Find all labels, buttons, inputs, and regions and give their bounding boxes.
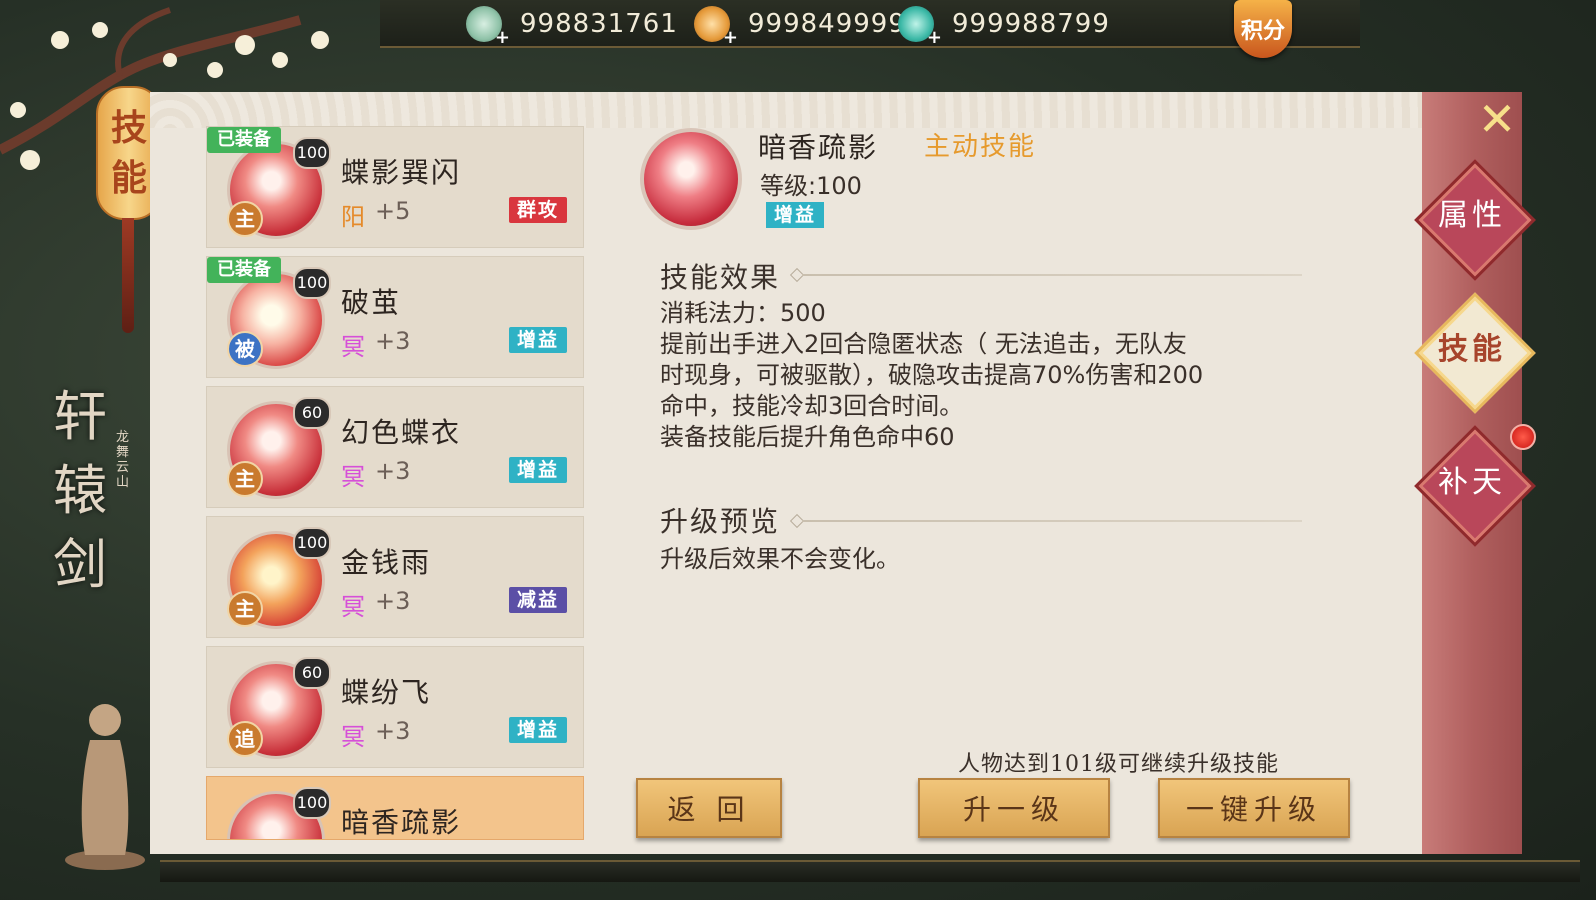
skill-name: 金钱雨 — [341, 546, 432, 579]
add-icon: + — [722, 27, 738, 48]
detail-skill-level: 等级:100 — [760, 172, 862, 200]
skill-bonus: +5 — [375, 197, 411, 225]
skill-element: 阳 — [341, 203, 365, 231]
skill-element: 冥 — [341, 723, 365, 751]
add-icon: + — [494, 27, 510, 48]
preview-text: 升级后效果不会变化。 — [660, 545, 900, 573]
detail-skill-name: 暗香疏影 — [758, 131, 879, 164]
effect-line: 提前出手进入2回合隐匿状态（ 无法追击，无队友 — [660, 330, 1187, 358]
back-button[interactable]: 返 回 — [636, 778, 782, 838]
points-badge[interactable]: 积分 — [1234, 0, 1292, 58]
skill-name: 蝶纷飞 — [341, 676, 432, 709]
effect-line: 装备技能后提升角色命中60 — [660, 423, 955, 451]
currency-value: 998831761 — [520, 9, 678, 39]
upgrade-requirement: 人物达到101级可继续升级技能 — [958, 752, 1279, 777]
selected-skill-icon — [640, 128, 742, 230]
currency-value: 999988799 — [952, 9, 1110, 39]
currency-silver[interactable]: + 998831761 — [466, 6, 678, 48]
skill-type-badge: 主 — [227, 201, 263, 237]
detail-skill-kind: 主动技能 — [924, 132, 1037, 162]
skill-item[interactable]: 100 主 已装备 蝶影巽闪 阳 +5 群攻 — [206, 126, 584, 248]
skill-bonus: +3 — [375, 587, 411, 615]
skill-level-badge: 100 — [293, 527, 331, 559]
monk-statue-decoration — [65, 704, 145, 870]
add-icon: + — [926, 27, 942, 48]
notification-dot — [1510, 424, 1536, 450]
preview-section-title: 升级预览 — [660, 505, 781, 538]
game-logo: 轩 辕 剑 — [40, 380, 120, 640]
tab-attributes-label[interactable]: 属性 — [1422, 196, 1522, 236]
bottom-frame — [160, 860, 1580, 882]
effect-text: 消耗法力：500 提前出手进入2回合隐匿状态（ 无法追击，无队友 时现身，可被驱… — [660, 298, 1310, 453]
silver-coin-icon: + — [466, 6, 510, 48]
skill-name: 暗香疏影 — [341, 806, 462, 839]
skill-level-badge: 100 — [293, 267, 331, 299]
skill-item[interactable]: 100 主 金钱雨 冥 +3 减益 — [206, 516, 584, 638]
currency-jade[interactable]: + 999988799 — [898, 6, 1110, 48]
logo-char: 辕 — [53, 459, 107, 522]
currency-copper[interactable]: + 999849999 — [694, 6, 906, 48]
section-divider — [802, 274, 1302, 276]
skill-type-badge: 追 — [227, 721, 263, 757]
skill-bonus: +3 — [375, 457, 411, 485]
lantern-tassel — [122, 218, 134, 333]
section-divider — [802, 520, 1302, 522]
skill-type-badge: 主 — [227, 461, 263, 497]
jade-coin-icon: + — [898, 6, 942, 48]
skill-item-selected[interactable]: 100 暗香疏影 — [206, 776, 584, 840]
close-button[interactable]: ✕ — [1474, 96, 1520, 142]
skill-name: 幻色蝶衣 — [341, 416, 462, 449]
skill-level-badge: 100 — [293, 137, 331, 169]
copper-coin-icon: + — [694, 6, 738, 48]
skill-item[interactable]: 60 主 幻色蝶衣 冥 +3 增益 — [206, 386, 584, 508]
logo-subtitle: 龙舞云山 — [116, 430, 130, 490]
skill-name: 蝶影巽闪 — [341, 156, 462, 189]
skill-element: 冥 — [341, 333, 365, 361]
tab-butian-label[interactable]: 补天 — [1422, 463, 1522, 503]
skill-tag: 群攻 — [509, 197, 567, 223]
upgrade-all-button[interactable]: 一键升级 — [1158, 778, 1350, 838]
skill-tag: 增益 — [509, 327, 567, 353]
skill-element: 冥 — [341, 463, 365, 491]
panel-pattern — [150, 92, 1422, 128]
skill-name: 破茧 — [341, 286, 402, 319]
skill-bonus: +3 — [375, 717, 411, 745]
effect-section-title: 技能效果 — [660, 261, 781, 294]
lantern-char: 能 — [110, 157, 147, 199]
currency-value: 999849999 — [748, 9, 906, 39]
skill-level-badge: 100 — [293, 787, 331, 819]
equipped-badge: 已装备 — [207, 257, 281, 283]
lantern-char: 技 — [110, 107, 147, 149]
effect-line: 命中，技能冷却3回合时间。 — [660, 392, 964, 420]
skill-type-badge: 被 — [227, 331, 263, 367]
skill-level-badge: 60 — [293, 397, 331, 429]
skill-bonus: +3 — [375, 327, 411, 355]
detail-skill-tag: 增益 — [766, 202, 824, 228]
upgrade-button[interactable]: 升一级 — [918, 778, 1110, 838]
effect-line: 消耗法力：500 — [660, 299, 826, 327]
logo-char: 轩 — [53, 385, 107, 448]
skill-level-badge: 60 — [293, 657, 331, 689]
skill-item[interactable]: 100 被 已装备 破茧 冥 +3 增益 — [206, 256, 584, 378]
skill-item[interactable]: 60 追 蝶纷飞 冥 +3 增益 — [206, 646, 584, 768]
equipped-badge: 已装备 — [207, 127, 281, 153]
tab-skills-label[interactable]: 技能 — [1422, 330, 1522, 370]
skill-tag: 减益 — [509, 587, 567, 613]
skill-element: 冥 — [341, 593, 365, 621]
skill-tag: 增益 — [509, 457, 567, 483]
skill-type-badge: 主 — [227, 591, 263, 627]
skill-tag: 增益 — [509, 717, 567, 743]
effect-line: 时现身，可被驱散），破隐攻击提高70%伤害和200 — [660, 361, 1204, 389]
logo-char: 剑 — [53, 533, 107, 596]
